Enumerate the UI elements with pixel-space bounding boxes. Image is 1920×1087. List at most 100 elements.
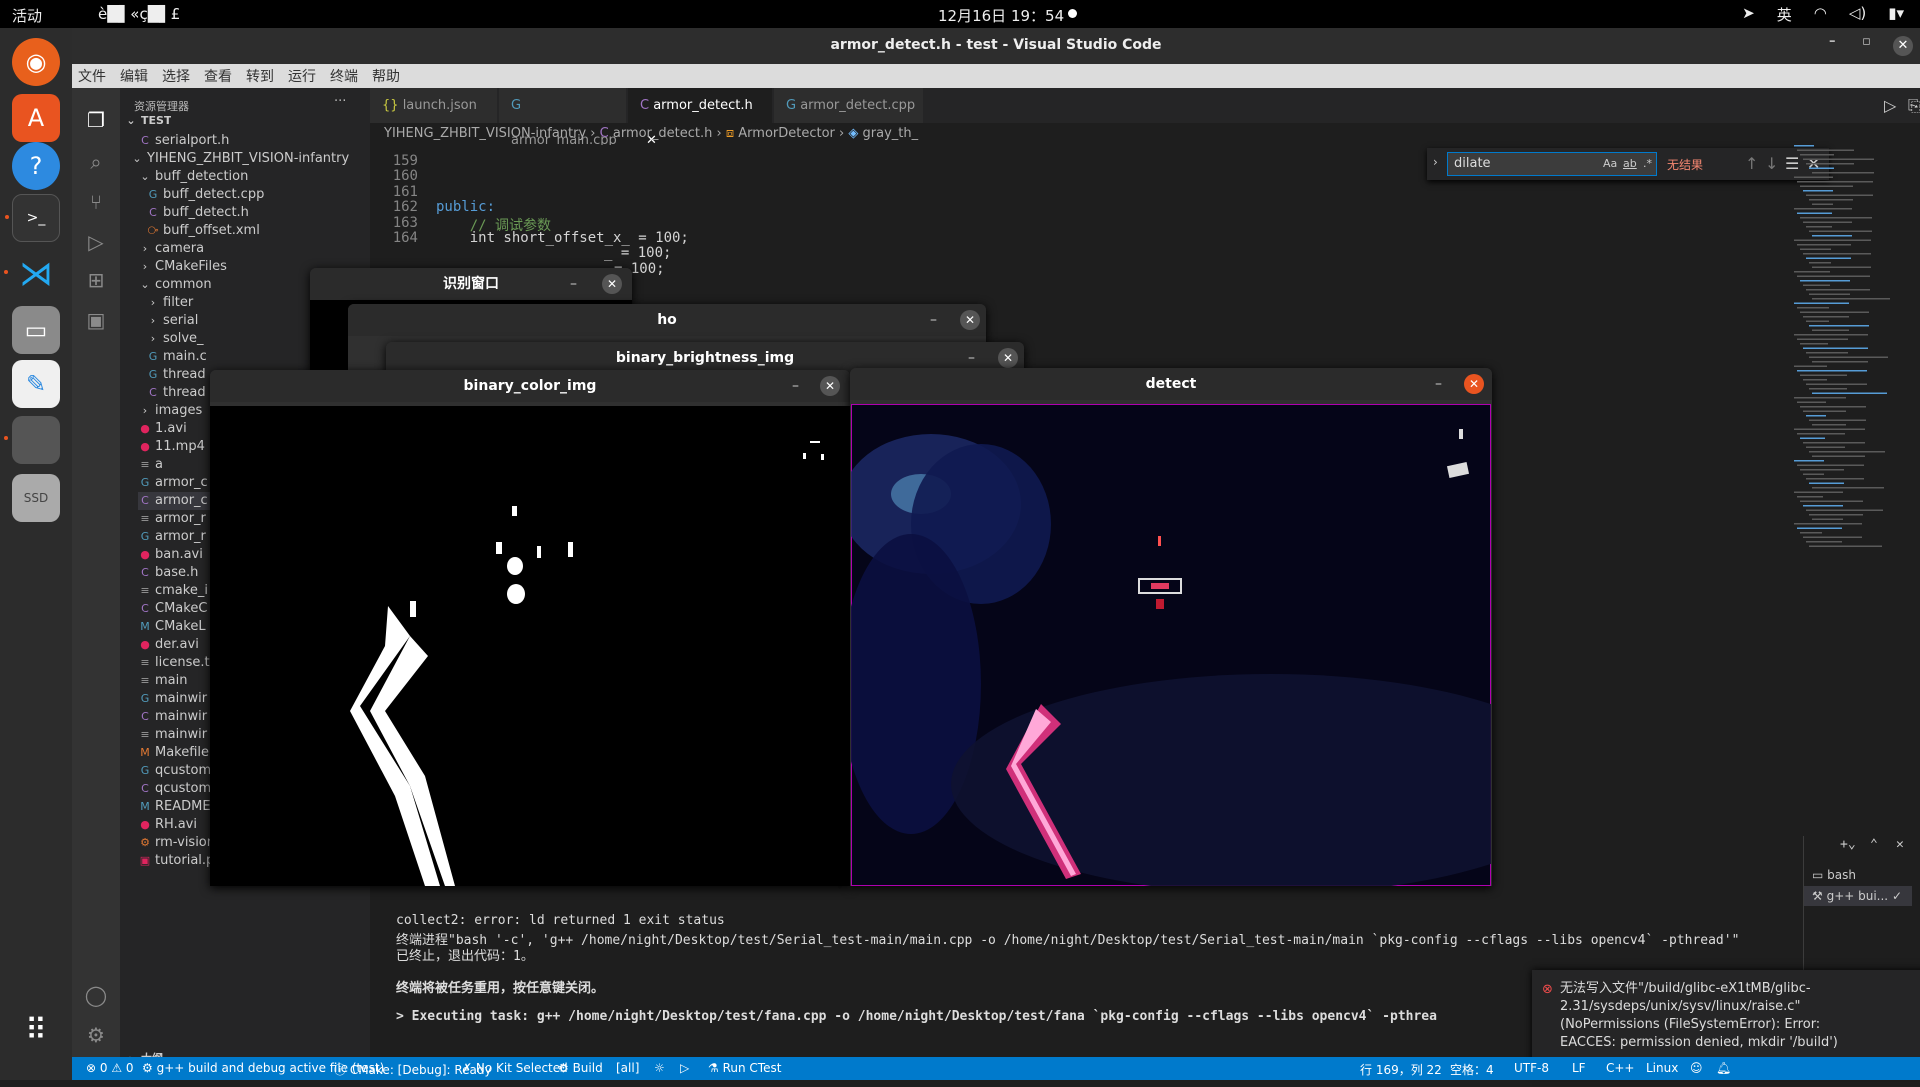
eol-status[interactable]: LF xyxy=(1572,1061,1586,1075)
file-type-icon: C xyxy=(141,602,149,615)
tree-item[interactable]: › camera xyxy=(138,240,370,258)
breadcrumb-member[interactable]: gray_th_ xyxy=(863,126,919,141)
indentation-status[interactable]: 空格：4 xyxy=(1450,1061,1494,1078)
encoding-status[interactable]: UTF-8 xyxy=(1514,1061,1549,1075)
close-icon[interactable]: ✕ xyxy=(1893,36,1913,56)
file-type-icon: C xyxy=(141,566,149,579)
activities-button[interactable]: 活动 xyxy=(12,5,42,26)
tree-item[interactable]: Cserialport.h xyxy=(138,132,370,150)
workspace-root[interactable]: ⌄ TEST xyxy=(124,112,171,130)
terminal-icon[interactable]: >_ xyxy=(5,194,60,242)
kit-status[interactable]: ✗ No Kit Selected xyxy=(462,1061,568,1075)
clock[interactable]: 12月16日 19：54 xyxy=(938,5,1064,26)
tab-launch-json[interactable]: {} launch.json xyxy=(370,88,498,123)
tree-item-label: YIHENG_ZHBIT_VISION-infantry xyxy=(147,151,350,166)
breadcrumb-folder[interactable]: YIHENG_ZHBIT_VISION-infantry xyxy=(384,126,586,141)
input-method-indicator[interactable]: è█▌«ç█▌£ xyxy=(98,5,180,23)
battery-icon[interactable]: ▮▾ xyxy=(1888,4,1904,25)
tree-item-label: 1.avi xyxy=(155,421,187,436)
notifications-bell-icon[interactable]: 🔔︎ xyxy=(1716,1061,1731,1075)
os-status[interactable]: Linux xyxy=(1646,1061,1678,1075)
language-indicator[interactable]: 英 xyxy=(1777,4,1792,25)
feedback-icon[interactable]: ☺ xyxy=(1690,1061,1703,1075)
show-apps-icon[interactable]: ⠿ xyxy=(12,1006,60,1054)
firefox-icon[interactable]: ◉ xyxy=(12,38,60,86)
restore-icon[interactable]: ▫ xyxy=(1862,34,1871,49)
terminal-line: collect2: error: ld returned 1 exit stat… xyxy=(396,913,725,928)
extensions-icon[interactable]: ⊞ xyxy=(84,268,108,292)
text-editor-icon[interactable]: ✎ xyxy=(12,360,60,408)
files-icon[interactable]: ▭ xyxy=(12,306,60,354)
compare-icon[interactable]: ⎘ xyxy=(1908,96,1920,116)
ctest-status[interactable]: ⚗ Run CTest xyxy=(708,1061,781,1075)
code-line[interactable]: _ = 100; xyxy=(604,245,671,261)
source-control-icon[interactable]: ⑂ xyxy=(84,190,108,214)
launch-icon[interactable]: ▷ xyxy=(680,1061,689,1075)
language-mode-status[interactable]: C++ xyxy=(1606,1061,1635,1075)
app-window-icon[interactable] xyxy=(4,416,60,464)
tree-item[interactable]: ⌄ buff_detection xyxy=(138,168,370,186)
minimize-icon[interactable]: – xyxy=(570,276,577,292)
problems-status[interactable]: ⊗ 0 ⚠ 0 xyxy=(86,1061,134,1075)
menu-item[interactable]: 选择 xyxy=(162,66,190,86)
toggle-replace-icon[interactable]: › xyxy=(1433,155,1438,169)
cv-window-detect[interactable]: detect – ✕ xyxy=(850,368,1492,886)
tree-item[interactable]: ⧂ buff_offset.xml xyxy=(146,222,370,240)
menu-item[interactable]: 帮助 xyxy=(372,66,400,86)
cv-window-binary-color[interactable]: binary_color_img – ✕ xyxy=(210,370,850,886)
whole-word-toggle[interactable]: ab xyxy=(1623,157,1637,170)
terminal-item-build[interactable]: ⚒ g++ bui... ✓ xyxy=(1804,886,1912,906)
volume-icon[interactable]: ◁) xyxy=(1849,4,1866,25)
previous-match-icon[interactable]: ↑ xyxy=(1745,154,1758,173)
minimize-icon[interactable]: – xyxy=(968,350,975,366)
breadcrumb-file[interactable]: armor_detect.h xyxy=(613,126,713,141)
cursor-position[interactable]: 行 169，列 22 xyxy=(1360,1061,1442,1078)
menu-item[interactable]: 文件 xyxy=(78,66,106,86)
close-icon[interactable]: ✕ xyxy=(960,310,980,330)
minimize-icon[interactable]: – xyxy=(930,312,937,328)
menu-item[interactable]: 转到 xyxy=(246,66,274,86)
minimap[interactable] xyxy=(1792,145,1902,565)
minimize-icon[interactable]: – xyxy=(1829,34,1836,49)
tree-item[interactable]: ⌄ YIHENG_ZHBIT_VISION-infantry xyxy=(130,150,370,168)
regex-toggle[interactable]: .* xyxy=(1643,157,1652,170)
remote-icon[interactable]: ▣ xyxy=(84,308,108,332)
next-match-icon[interactable]: ↓ xyxy=(1765,154,1778,173)
send-icon[interactable]: ➤ xyxy=(1742,4,1755,25)
code-line[interactable]: int short_offset_x_ = 100; xyxy=(436,230,689,246)
breadcrumb-class[interactable]: ArmorDetector xyxy=(738,126,835,141)
close-icon[interactable]: ✕ xyxy=(820,376,840,396)
software-center-icon[interactable]: A xyxy=(12,94,60,142)
run-icon[interactable]: ▷ xyxy=(1884,96,1896,115)
menu-item[interactable]: 编辑 xyxy=(120,66,148,86)
vscode-icon[interactable]: ⋊ xyxy=(4,250,60,298)
explorer-icon[interactable]: ❐ xyxy=(84,108,108,132)
code-line[interactable]: public: xyxy=(436,199,495,215)
menu-item[interactable]: 运行 xyxy=(288,66,316,86)
build-status[interactable]: ⚙ Build xyxy=(558,1061,603,1075)
close-icon[interactable]: ✕ xyxy=(998,348,1018,368)
wifi-icon[interactable]: ◠ xyxy=(1814,4,1827,25)
ssd-drive-icon[interactable]: SSD xyxy=(12,474,60,522)
menu-item[interactable]: 查看 xyxy=(204,66,232,86)
more-actions-icon[interactable]: ··· xyxy=(334,94,346,109)
minimize-icon[interactable]: – xyxy=(1435,376,1442,392)
tree-item[interactable]: Cbuff_detect.h xyxy=(146,204,370,222)
match-case-toggle[interactable]: Aa xyxy=(1603,157,1617,170)
settings-gear-icon[interactable]: ⚙ xyxy=(84,1023,108,1047)
debug-icon[interactable]: ☼ xyxy=(654,1061,665,1075)
minimize-icon[interactable]: – xyxy=(792,378,799,394)
tree-item[interactable]: Gbuff_detect.cpp xyxy=(146,186,370,204)
run-debug-icon[interactable]: ▷ xyxy=(84,230,108,254)
account-icon[interactable]: ◯ xyxy=(84,983,108,1007)
tab-armor-detect-h[interactable]: C armor_detect.h ✕ xyxy=(628,88,773,148)
close-icon[interactable]: ✕ xyxy=(602,274,622,294)
terminal-item-bash[interactable]: ▭ bash xyxy=(1812,868,1856,882)
tab-armor-main-cpp[interactable]: G armor_main.cpp xyxy=(499,88,627,148)
tab-armor-detect-cpp[interactable]: G armor_detect.cpp xyxy=(774,88,924,123)
menu-item[interactable]: 终端 xyxy=(330,66,358,86)
close-icon[interactable]: ✕ xyxy=(1464,374,1484,394)
search-icon[interactable]: ⌕ xyxy=(84,150,108,174)
build-target-status[interactable]: [all] xyxy=(616,1061,639,1075)
help-icon[interactable]: ? xyxy=(12,142,60,190)
